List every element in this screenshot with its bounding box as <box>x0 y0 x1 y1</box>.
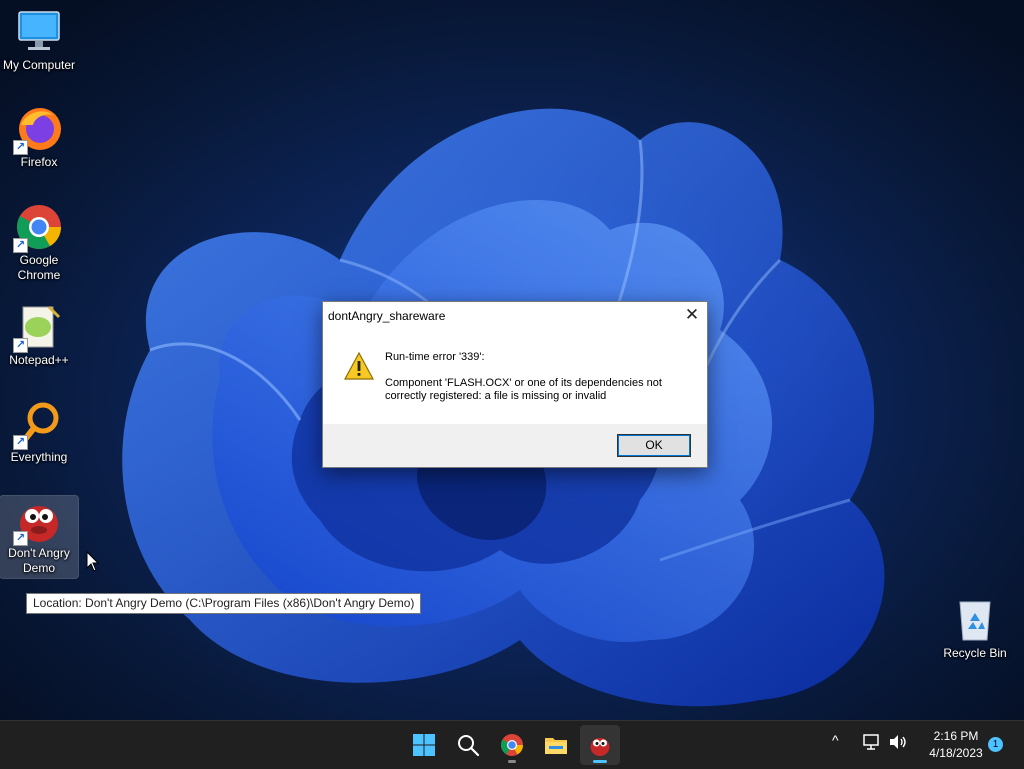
volume-icon[interactable] <box>888 733 908 751</box>
ok-button[interactable]: OK <box>617 434 691 457</box>
desktop-icon-label: Google Chrome <box>17 253 61 282</box>
everything-search-icon: ↗ <box>13 400 63 450</box>
shortcut-arrow-icon: ↗ <box>13 338 28 353</box>
start-button[interactable] <box>404 725 444 765</box>
clock-time: 2:16 PM <box>933 729 979 743</box>
warning-icon <box>343 351 375 380</box>
dont-angry-demo-icon <box>590 738 610 756</box>
active-indicator <box>593 760 607 763</box>
shortcut-arrow-icon: ↗ <box>13 238 28 253</box>
desktop-icon-label: Firefox <box>20 155 58 169</box>
mouse-cursor-icon <box>86 551 100 572</box>
desktop-icon-firefox[interactable]: ↗ Firefox <box>0 105 78 170</box>
clock-date: 4/18/2023 <box>929 746 983 760</box>
chrome-icon: ↗ <box>13 203 63 253</box>
dialog-title-bar[interactable]: dontAngry_shareware ✕ <box>323 302 707 330</box>
error-dialog: dontAngry_shareware ✕ Run-time error '33… <box>322 301 708 468</box>
dialog-title: dontAngry_shareware <box>328 309 446 323</box>
notepad-plus-plus-icon: ↗ <box>13 303 63 353</box>
desktop-icon-dont-angry-demo[interactable]: ↗ Don't Angry Demo <box>0 495 79 579</box>
desktop-icon-my-computer[interactable]: My Computer <box>0 8 78 73</box>
folder-icon <box>545 738 567 754</box>
show-hidden-icons-button[interactable]: ^ <box>832 732 839 748</box>
taskbar: ^ 2:16 PM 4/18/2023 1 <box>0 720 1024 769</box>
monitor-icon <box>15 8 63 56</box>
close-button[interactable]: ✕ <box>677 302 707 330</box>
close-icon: ✕ <box>684 305 700 324</box>
clock[interactable]: 2:16 PM 4/18/2023 <box>914 728 998 762</box>
desktop-icon-label: Don't Angry Demo <box>8 546 70 575</box>
desktop-icon-google-chrome[interactable]: ↗ Google Chrome <box>0 203 78 283</box>
recycle-bin-icon <box>951 596 999 644</box>
dialog-body: Run-time error '339': Component 'FLASH.O… <box>323 330 707 424</box>
error-message-text: Component 'FLASH.OCX' or one of its depe… <box>385 377 662 402</box>
desktop-icon-label: My Computer <box>2 58 76 72</box>
dont-angry-demo-icon: ↗ <box>13 496 63 546</box>
desktop-icon-label: Recycle Bin <box>943 646 1007 660</box>
running-indicator <box>508 760 516 763</box>
firefox-icon: ↗ <box>13 105 63 155</box>
windows-start-icon <box>413 734 435 756</box>
icon-location-tooltip: Location: Don't Angry Demo (C:\Program F… <box>26 593 422 614</box>
shortcut-arrow-icon: ↗ <box>13 531 28 546</box>
desktop-icon-label: Notepad++ <box>9 353 69 367</box>
shortcut-arrow-icon: ↗ <box>13 435 28 450</box>
desktop-icon-label: Everything <box>10 450 68 464</box>
taskbar-file-explorer-button[interactable] <box>536 725 576 765</box>
desktop-icon-notepad-plus-plus[interactable]: ↗ Notepad++ <box>0 303 78 368</box>
search-icon <box>458 735 480 757</box>
notification-badge[interactable]: 1 <box>988 737 1003 752</box>
search-button[interactable] <box>448 725 488 765</box>
desktop-icon-recycle-bin[interactable]: Recycle Bin <box>936 596 1014 661</box>
taskbar-chrome-button[interactable] <box>492 725 532 765</box>
taskbar-dont-angry-demo-button[interactable] <box>580 725 620 765</box>
chrome-icon <box>501 734 523 756</box>
network-icon[interactable] <box>862 733 882 751</box>
shortcut-arrow-icon: ↗ <box>13 140 28 155</box>
error-code-text: Run-time error '339': <box>385 351 485 363</box>
desktop-icon-everything[interactable]: ↗ Everything <box>0 400 78 465</box>
chevron-up-icon: ^ <box>832 732 839 748</box>
